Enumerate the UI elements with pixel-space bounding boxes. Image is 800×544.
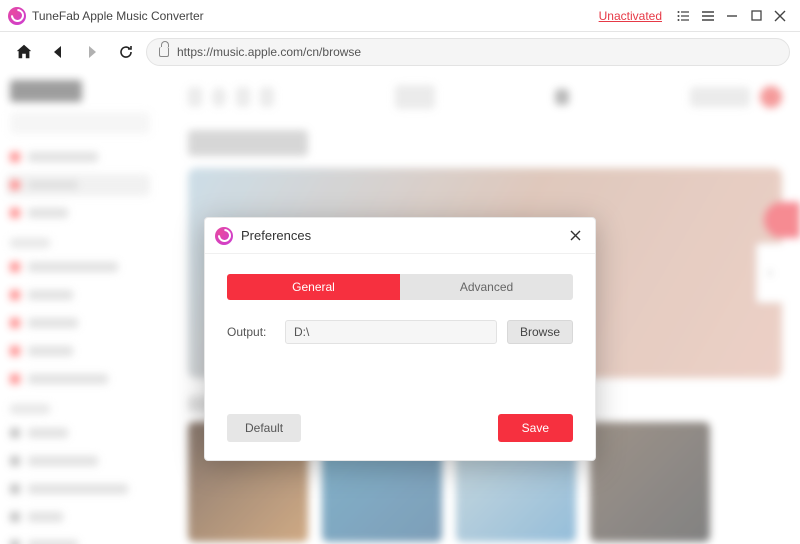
tab-advanced[interactable]: Advanced: [400, 274, 573, 300]
maximize-button[interactable]: [744, 4, 768, 28]
app-title: TuneFab Apple Music Converter: [32, 9, 204, 23]
titlebar: TuneFab Apple Music Converter Unactivate…: [0, 0, 800, 32]
forward-button[interactable]: [78, 38, 106, 66]
output-label: Output:: [227, 325, 275, 339]
modal-footer: Default Save: [227, 414, 573, 442]
content-area: › Preferences General Advanced Output:: [0, 72, 800, 544]
preferences-modal: Preferences General Advanced Output: Bro…: [204, 217, 596, 461]
home-button[interactable]: [10, 38, 38, 66]
refresh-button[interactable]: [112, 38, 140, 66]
activation-status-link[interactable]: Unactivated: [599, 9, 662, 23]
save-button[interactable]: Save: [498, 414, 573, 442]
modal-app-icon: [215, 227, 233, 245]
browse-button[interactable]: Browse: [507, 320, 573, 344]
minimize-button[interactable]: [720, 4, 744, 28]
url-bar[interactable]: https://music.apple.com/cn/browse: [146, 38, 790, 66]
default-button[interactable]: Default: [227, 414, 301, 442]
modal-title: Preferences: [241, 228, 565, 243]
browser-toolbar: https://music.apple.com/cn/browse: [0, 32, 800, 72]
music-list-icon[interactable]: [672, 4, 696, 28]
modal-header: Preferences: [205, 218, 595, 254]
url-text: https://music.apple.com/cn/browse: [177, 45, 361, 59]
modal-close-button[interactable]: [565, 226, 585, 246]
output-path-input[interactable]: [285, 320, 497, 344]
menu-icon[interactable]: [696, 4, 720, 28]
close-window-button[interactable]: [768, 4, 792, 28]
tab-general[interactable]: General: [227, 274, 400, 300]
app-logo-icon: [8, 7, 26, 25]
preferences-tabs: General Advanced: [227, 274, 573, 300]
output-row: Output: Browse: [227, 320, 573, 344]
lock-icon: [159, 47, 169, 57]
back-button[interactable]: [44, 38, 72, 66]
